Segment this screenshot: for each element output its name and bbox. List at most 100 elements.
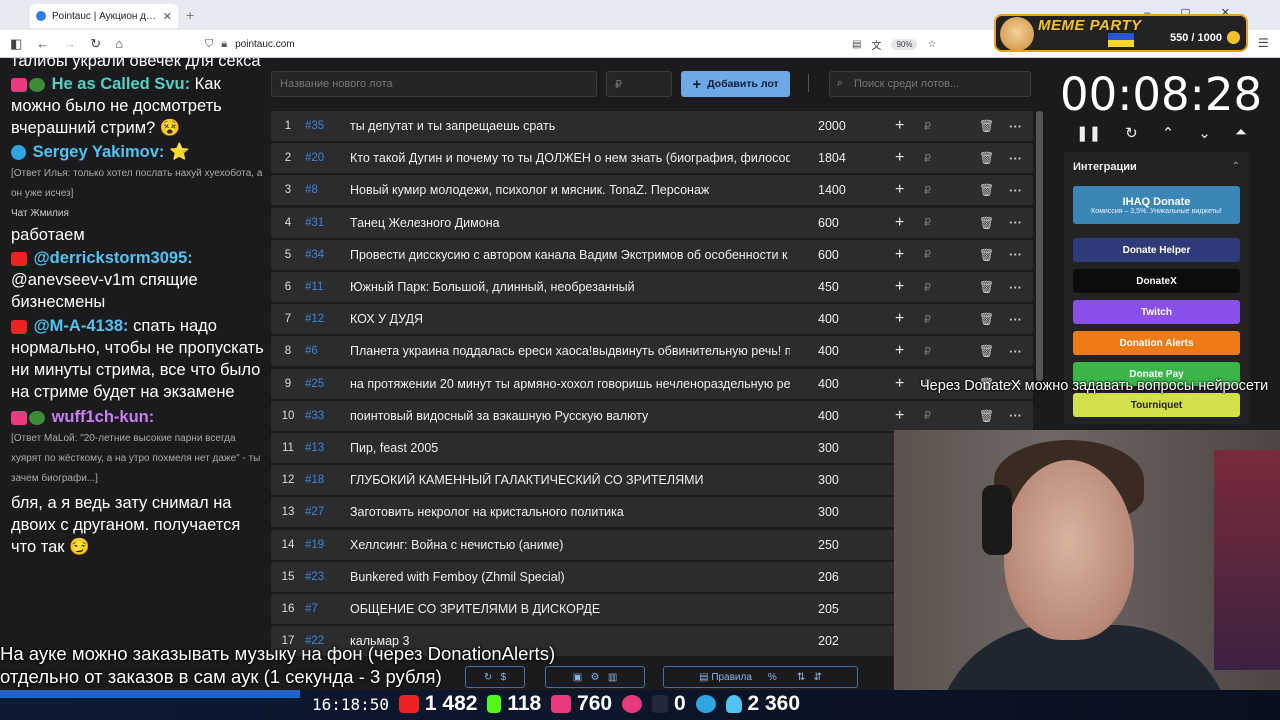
tools-button[interactable]: ▣ ⚙ ▥ (545, 666, 645, 688)
lot-name[interactable]: на протяжении 20 минут ты армяно-хохол г… (350, 377, 790, 391)
lot-name[interactable]: Bunkered with Femboy (Zhmil Special) (350, 570, 790, 584)
ihaq-donate-button[interactable]: IHAQ Donate Комиссия – 3,5%. Уникальные … (1073, 186, 1240, 224)
add-amount-icon[interactable]: + (895, 342, 904, 360)
integration-button[interactable]: Donate Helper (1073, 238, 1240, 262)
lot-row[interactable]: 8 #6 Планета украина поддалась ереси хаоса… (271, 336, 1033, 367)
more-options-icon[interactable]: ··· (1009, 215, 1022, 230)
more-options-icon[interactable]: ··· (1009, 280, 1022, 295)
lot-name[interactable]: Провести дисскусию с автором канала Вади… (350, 248, 790, 262)
bookmark-star-icon[interactable]: ☆ (927, 39, 936, 50)
more-options-icon[interactable]: ··· (1009, 312, 1022, 327)
lot-name[interactable]: Хеллсинг: Война с нечистью (аниме) (350, 538, 790, 552)
decrease-icon[interactable]: ⌄ (1198, 124, 1211, 142)
forward-icon[interactable]: → (63, 36, 76, 52)
ruble-icon[interactable]: ₽ (924, 152, 931, 165)
lot-search-input[interactable]: ⌕ Поиск среди лотов... (829, 71, 1031, 97)
integration-button[interactable]: Tourniquet (1073, 393, 1240, 417)
double-up-icon[interactable]: ⏶ (1235, 124, 1247, 142)
more-options-icon[interactable]: ··· (1009, 183, 1022, 198)
ruble-icon[interactable]: ₽ (924, 216, 931, 229)
delete-icon[interactable]: 🗑︎ (979, 216, 994, 230)
ruble-icon[interactable]: ₽ (924, 281, 931, 294)
add-amount-icon[interactable]: + (895, 278, 904, 296)
add-amount-icon[interactable]: + (895, 246, 904, 264)
add-amount-icon[interactable]: + (895, 149, 904, 167)
ruble-icon[interactable]: ₽ (924, 409, 931, 422)
delete-icon[interactable]: 🗑︎ (979, 280, 994, 294)
lot-name[interactable]: ГЛУБОКИЙ КАМЕННЫЙ ГАЛАКТИЧЕСКИЙ СО ЗРИТЕ… (350, 473, 790, 487)
zoom-level[interactable]: 90% (891, 39, 918, 50)
lot-name[interactable]: Пир, feast 2005 (350, 441, 790, 455)
lot-name[interactable]: поинтовый видосный за вэкашную Русскую в… (350, 409, 790, 423)
lot-row[interactable]: 2 #20 Кто такой Дугин и почему то ты ДОЛЖЕ… (271, 143, 1033, 174)
lot-index: 9 (284, 377, 292, 390)
more-options-icon[interactable]: ··· (1009, 247, 1022, 262)
delete-icon[interactable]: 🗑︎ (979, 119, 994, 133)
url-field[interactable]: ⛉ 🔒︎ pointauc.com (205, 35, 945, 53)
lot-name[interactable]: Танец Железного Димона (350, 216, 790, 230)
ruble-icon[interactable]: ₽ (924, 345, 931, 358)
lot-amount-input[interactable]: ₽ (606, 71, 672, 97)
integration-button[interactable]: DonateX (1073, 269, 1240, 293)
lot-name[interactable]: КОХ У ДУДЯ (350, 312, 790, 326)
more-options-icon[interactable]: ··· (1009, 344, 1022, 359)
reset-icon[interactable]: ↻ (1125, 124, 1138, 142)
translate-icon[interactable]: 文 (871, 37, 881, 52)
lot-row[interactable]: 10 #33 поинтовый видосный за вэкашную Русс… (271, 400, 1033, 431)
new-tab-icon[interactable]: + (186, 7, 194, 23)
lot-row[interactable]: 5 #34 Провести дисскусию с автором канала … (271, 239, 1033, 270)
back-icon[interactable]: ← (36, 36, 49, 52)
lot-name[interactable]: Кто такой Дугин и почему то ты ДОЛЖЕН о … (350, 151, 790, 165)
lot-row[interactable]: 4 #31 Танец Железного Димона 600 + ₽ 🗑︎ ··· (271, 207, 1033, 238)
browser-tab[interactable]: Pointauc | Аукцион для стриме ✕ (30, 4, 178, 28)
add-amount-icon[interactable]: + (895, 181, 904, 199)
ruble-icon[interactable]: ₽ (924, 120, 931, 133)
lot-name[interactable]: Планета украина поддалась ереси хаоса!вы… (350, 344, 790, 358)
lot-name[interactable]: Заготовить некролог на кристального поли… (350, 505, 790, 519)
rules-button[interactable]: ▤ Правила % ⇅ ⇵ (663, 666, 858, 688)
lot-row[interactable]: 7 #12 КОХ У ДУДЯ 400 + ₽ 🗑︎ ··· (271, 304, 1033, 335)
lot-index: 1 (284, 120, 292, 132)
lot-row[interactable]: 6 #11 Южный Парк: Большой, длинный, необре… (271, 272, 1033, 302)
ruble-icon[interactable]: ₽ (924, 248, 931, 261)
add-lot-button[interactable]: + Добавить лот (681, 71, 790, 97)
integration-button[interactable]: Twitch (1073, 300, 1240, 324)
lot-row[interactable]: 9 #25 на протяжении 20 минут ты армяно-хох… (271, 368, 1033, 399)
delete-icon[interactable]: 🗑︎ (979, 151, 994, 165)
lot-row[interactable]: 1 #35 ты депутат и ты запрещаешь срать 2000… (271, 111, 1033, 141)
more-options-icon[interactable]: ··· (1009, 151, 1022, 166)
reload-icon[interactable]: ↻ (90, 36, 101, 52)
ruble-icon[interactable]: ₽ (924, 184, 931, 197)
add-amount-icon[interactable]: + (895, 375, 904, 393)
close-tab-icon[interactable]: ✕ (163, 10, 172, 23)
lot-name[interactable]: Южный Парк: Большой, длинный, необрезанн… (350, 280, 790, 294)
more-options-icon[interactable]: ··· (1009, 408, 1022, 423)
add-amount-icon[interactable]: + (895, 310, 904, 328)
menu-icon[interactable]: ☰ (1258, 36, 1269, 50)
reader-icon[interactable]: ▤ (852, 39, 861, 50)
lots-scrollbar[interactable] (1036, 111, 1043, 381)
delete-icon[interactable]: 🗑︎ (979, 248, 994, 262)
plus-icon: + (692, 75, 702, 93)
lot-row[interactable]: 3 #8 Новый кумир молодежи, психолог и мясн… (271, 175, 1033, 206)
collapse-icon[interactable]: ⌃ (1232, 161, 1240, 172)
add-amount-icon[interactable]: + (895, 117, 904, 135)
add-amount-icon[interactable]: + (895, 214, 904, 232)
wheel-button[interactable]: ↻ $ (465, 666, 525, 688)
delete-icon[interactable]: 🗑︎ (979, 344, 994, 358)
integration-button[interactable]: Donation Alerts (1073, 331, 1240, 355)
delete-icon[interactable]: 🗑︎ (979, 312, 994, 326)
lot-name[interactable]: Новый кумир молодежи, психолог и мясник.… (350, 183, 790, 197)
more-options-icon[interactable]: ··· (1009, 119, 1022, 134)
lot-name-input[interactable]: Название нового лота (271, 71, 597, 97)
lot-name[interactable]: ты депутат и ты запрещаешь срать (350, 119, 790, 133)
add-amount-icon[interactable]: + (895, 407, 904, 425)
sidebar-icon[interactable]: ◧ (10, 36, 22, 52)
ruble-icon[interactable]: ₽ (924, 313, 931, 326)
delete-icon[interactable]: 🗑︎ (979, 183, 994, 197)
delete-icon[interactable]: 🗑︎ (979, 409, 994, 423)
pause-icon[interactable]: ❚❚ (1076, 124, 1101, 142)
increase-icon[interactable]: ⌃ (1162, 124, 1175, 142)
home-icon[interactable]: ⌂ (115, 36, 123, 52)
lot-name[interactable]: ОБЩЕНИЕ СО ЗРИТЕЛЯМИ В ДИСКОРДЕ (350, 602, 790, 616)
